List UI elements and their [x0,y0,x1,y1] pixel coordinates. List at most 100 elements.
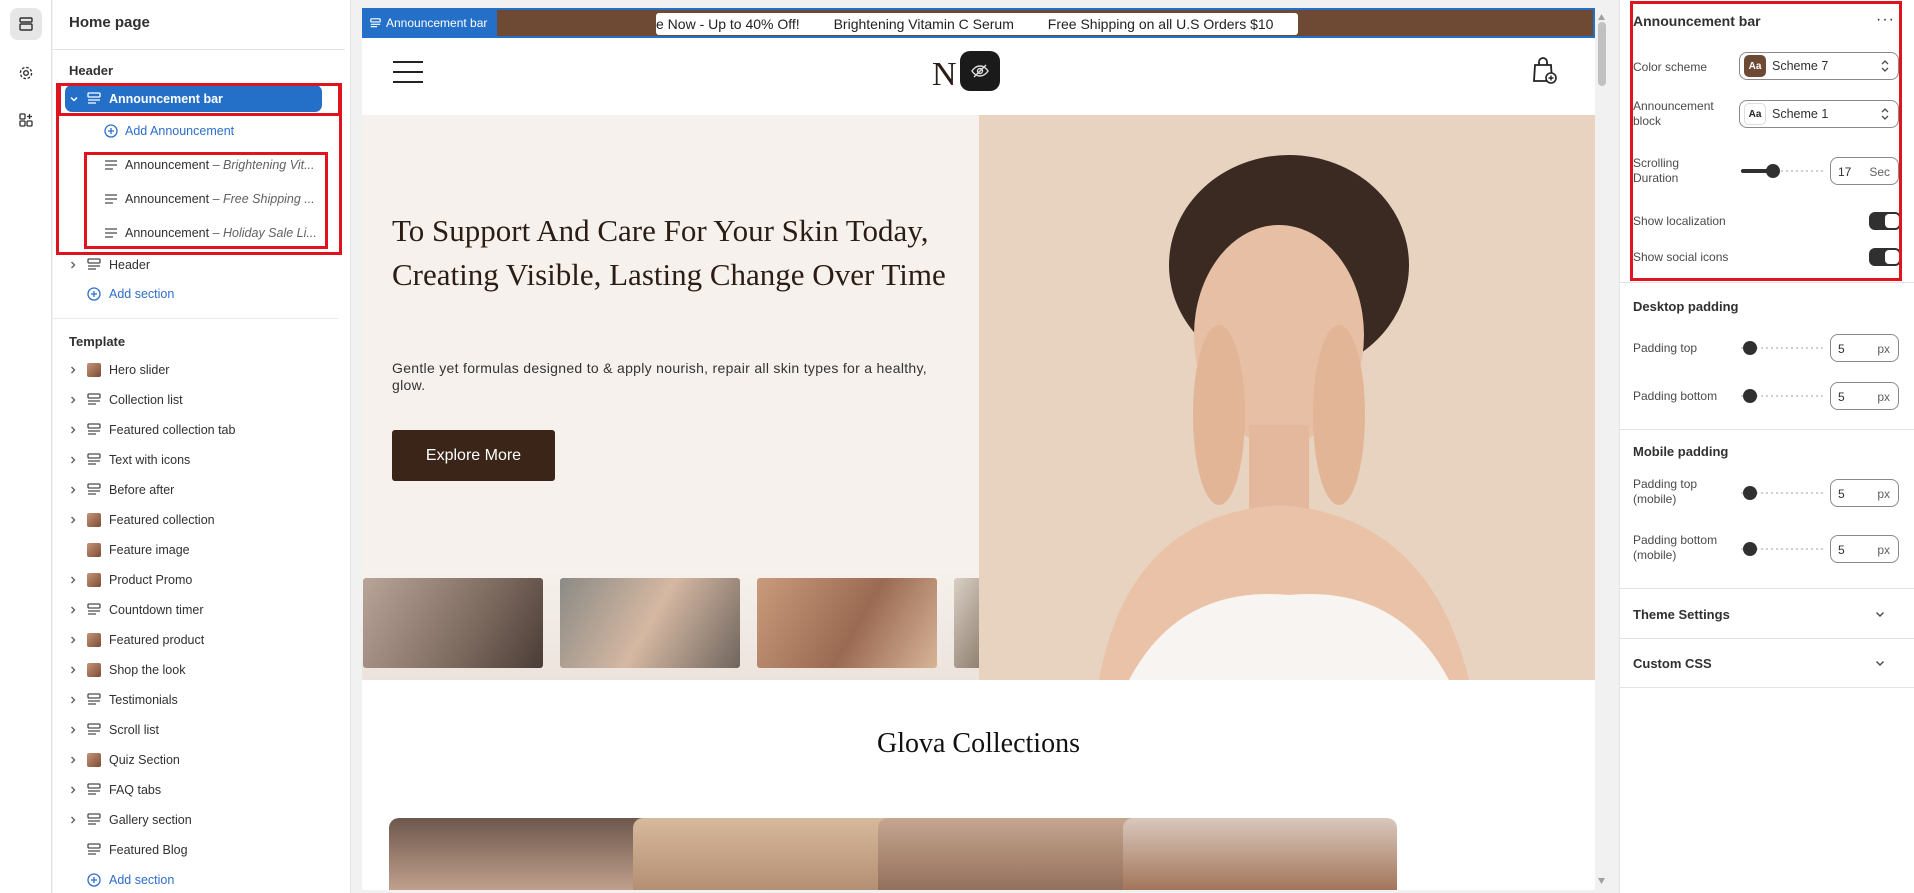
hamburger-menu-icon[interactable] [392,60,424,84]
announcement-ticker: e Now - Up to 40% Off! Brightening Vitam… [656,13,1298,35]
section-icon [86,482,102,498]
section-label: Featured collection tab [109,423,236,437]
gear-icon [19,66,33,80]
divider [1620,282,1914,283]
plus-circle-icon [86,872,102,888]
section-product-promo[interactable]: Product Promo [53,567,338,593]
explore-more-button[interactable]: Explore More [392,430,555,481]
collection-card[interactable] [633,818,907,890]
section-scroll-list[interactable]: Scroll list [53,717,338,743]
add-section-button[interactable]: Add section [53,281,338,307]
padding-top-input[interactable]: 5 px [1830,334,1899,362]
hero-slider[interactable]: To Support And Care For Your Skin Today,… [362,115,1595,680]
sections-nav-button[interactable] [10,8,42,40]
scroll-up-arrow-icon[interactable] [1598,14,1605,20]
preview-scrollbar[interactable] [1597,8,1607,890]
divider [1620,638,1914,639]
padding-bottom-unit: px [1877,390,1890,404]
chevron-right-icon[interactable] [68,515,78,525]
slider-handle[interactable] [1743,389,1757,403]
padding-top-mobile-input[interactable]: 5 px [1830,479,1899,507]
section-header[interactable]: Header [53,252,338,278]
padding-bottom-mobile-slider[interactable] [1741,541,1823,557]
section-faq-tabs[interactable]: FAQ tabs [53,777,338,803]
add-section-label: Add section [109,873,175,887]
announcement-bar-preview[interactable]: Announcement bar e Now - Up to 40% Off! … [362,8,1595,38]
divider [1620,429,1914,430]
section-gallery-section[interactable]: Gallery section [53,807,338,833]
section-featured-blog[interactable]: Featured Blog [53,837,338,863]
section-icon [86,782,102,798]
chevron-right-icon[interactable] [68,260,78,270]
section-quiz-section[interactable]: Quiz Section [53,747,338,773]
section-label: Scroll list [109,723,160,737]
page-title: Home page [69,14,150,31]
chevron-right-icon[interactable] [68,695,78,705]
chevron-down-icon[interactable] [1874,657,1886,669]
chevron-right-icon[interactable] [68,725,78,735]
section-label: Text with icons [109,453,191,467]
chevron-down-icon[interactable] [1874,608,1886,620]
theme-settings-accordion[interactable]: Theme Settings [1633,607,1730,622]
section-text-with-icons[interactable]: Text with icons [53,447,338,473]
collection-card[interactable] [878,818,1152,890]
announcement-bar-tag-label: Announcement bar [386,16,488,30]
section-countdown-timer[interactable]: Countdown timer [53,597,338,623]
chevron-right-icon[interactable] [68,635,78,645]
chevron-right-icon[interactable] [68,455,78,465]
padding-top-mobile-label: Padding top (mobile) [1633,477,1698,506]
ticker-item: Free Shipping on all U.S Orders $10 [1047,16,1274,32]
padding-top-mobile-unit: px [1877,487,1890,501]
section-collection-list[interactable]: Collection list [53,387,338,413]
divider [53,318,338,319]
slide-thumbnail[interactable] [560,578,740,668]
hero-text-panel: To Support And Care For Your Skin Today,… [362,115,984,680]
padding-top-mobile-slider[interactable] [1741,485,1823,501]
section-icon [86,662,102,678]
chevron-right-icon[interactable] [68,425,78,435]
chevron-right-icon[interactable] [68,575,78,585]
padding-bottom-mobile-input[interactable]: 5 px [1830,535,1899,563]
chevron-right-icon[interactable] [68,755,78,765]
section-featured-product[interactable]: Featured product [53,627,338,653]
apps-nav-button[interactable] [10,104,42,136]
scroll-down-arrow-icon[interactable] [1598,878,1605,884]
chevron-right-icon[interactable] [68,785,78,795]
storefront-preview[interactable]: Announcement bar e Now - Up to 40% Off! … [362,8,1595,890]
slide-thumbnail[interactable] [757,578,937,668]
add-section-button[interactable]: Add section [53,867,338,893]
collection-card[interactable] [389,818,663,890]
chevron-right-icon[interactable] [68,395,78,405]
chevron-right-icon[interactable] [68,485,78,495]
custom-css-accordion[interactable]: Custom CSS [1633,656,1712,671]
store-header: N S [362,38,1595,115]
padding-top-slider[interactable] [1741,340,1823,356]
slider-handle[interactable] [1743,341,1757,355]
section-shop-the-look[interactable]: Shop the look [53,657,338,683]
section-label: Before after [109,483,175,497]
section-featured-collection[interactable]: Featured collection [53,507,338,533]
section-hero-slider[interactable]: Hero slider [53,357,338,383]
section-testimonials[interactable]: Testimonials [53,687,338,713]
cart-icon[interactable] [1532,56,1558,84]
ticker-item: Brightening Vitamin C Serum [833,16,1014,32]
collection-card[interactable] [1123,818,1397,890]
hide-section-button[interactable] [960,51,1000,91]
slider-handle[interactable] [1743,542,1757,556]
section-feature-image[interactable]: Feature image [53,537,338,563]
settings-nav-button[interactable] [10,57,42,89]
section-icon [370,17,381,27]
chevron-right-icon[interactable] [68,665,78,675]
slider-handle[interactable] [1743,486,1757,500]
section-before-after[interactable]: Before after [53,477,338,503]
chevron-right-icon[interactable] [68,815,78,825]
preview-scroll-thumb[interactable] [1598,22,1606,86]
section-label: Gallery section [109,813,192,827]
padding-bottom-slider[interactable] [1741,388,1823,404]
chevron-right-icon[interactable] [68,605,78,615]
padding-bottom-input[interactable]: 5 px [1830,382,1899,410]
slide-thumbnail[interactable] [363,578,543,668]
chevron-right-icon[interactable] [68,365,78,375]
section-featured-collection-tab[interactable]: Featured collection tab [53,417,338,443]
padding-top-value: 5 [1838,342,1845,356]
